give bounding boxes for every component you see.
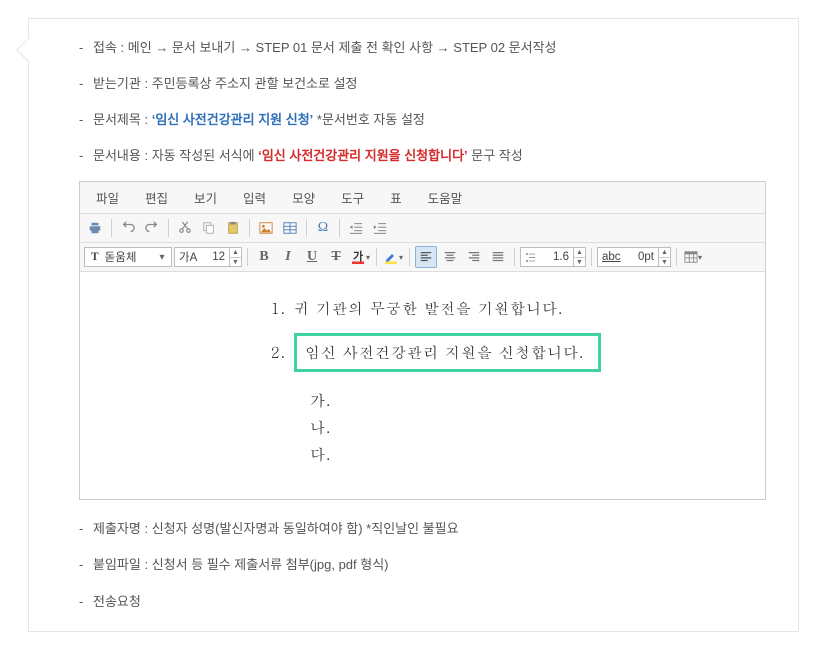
italic-button[interactable]: I bbox=[277, 246, 299, 268]
svg-text:가: 가 bbox=[353, 249, 363, 263]
value: 메인 → 문서 보내기 → STEP 01 문서 제출 전 확인 사항 → ST… bbox=[128, 40, 557, 55]
highlight-red: ‘임신 사전건강관리 지원을 신청합니다’ bbox=[258, 148, 467, 163]
doc-sub-2: 나. bbox=[310, 417, 725, 438]
menubar: 파일 편집 보기 입력 모양 도구 표 도움말 bbox=[80, 182, 765, 214]
print-icon[interactable] bbox=[84, 217, 106, 239]
copy-icon[interactable] bbox=[198, 217, 220, 239]
font-color-button[interactable]: 가 ▾ bbox=[349, 246, 371, 268]
menu-table[interactable]: 표 bbox=[390, 188, 402, 207]
chevron-down-icon: ▾ bbox=[157, 252, 167, 263]
bold-button[interactable]: B bbox=[253, 246, 275, 268]
menu-format[interactable]: 모양 bbox=[292, 188, 315, 207]
outdent-icon[interactable] bbox=[345, 217, 367, 239]
panel-pointer bbox=[16, 37, 41, 62]
list-number: 1. bbox=[256, 298, 286, 319]
separator bbox=[306, 219, 307, 237]
bullet-access: 접속 : 메인 → 문서 보내기 → STEP 01 문서 제출 전 확인 사항… bbox=[79, 37, 766, 59]
bullet-send: 전송요청 bbox=[79, 591, 766, 613]
align-justify-button[interactable] bbox=[487, 246, 509, 268]
separator bbox=[376, 248, 377, 266]
separator bbox=[111, 219, 112, 237]
note: *문서번호 자동 설정 bbox=[313, 112, 425, 127]
value: 주민등록상 주소지 관할 보건소로 설정 bbox=[152, 76, 358, 91]
bullet-submitter: 제출자명 : 신청자 성명(발신자명과 동일하여야 함) *직인날인 불필요 bbox=[79, 518, 766, 540]
line-height-spinner[interactable]: ▲▼ bbox=[574, 247, 586, 267]
align-left-button[interactable] bbox=[415, 246, 437, 268]
font-size-value: 12 bbox=[201, 251, 225, 263]
strike-button[interactable]: T bbox=[325, 246, 347, 268]
label: 문서내용 : bbox=[93, 148, 148, 163]
list-text: 귀 기관의 무궁한 발전을 기원합니다. bbox=[294, 298, 563, 319]
doc-sub-3: 다. bbox=[310, 444, 725, 465]
highlight-button[interactable]: ▾ bbox=[382, 246, 404, 268]
label: 받는기관 : bbox=[93, 76, 148, 91]
menu-help[interactable]: 도움말 bbox=[428, 188, 463, 207]
separator bbox=[514, 248, 515, 266]
font-size-prefix: 가A bbox=[179, 249, 197, 265]
char-spacing-prefix: abc bbox=[602, 251, 621, 263]
menu-edit[interactable]: 편집 bbox=[145, 188, 168, 207]
font-size-spinner[interactable]: ▲▼ bbox=[230, 247, 242, 267]
separator bbox=[168, 219, 169, 237]
label: 문서제목 : bbox=[93, 112, 148, 127]
indent-icon[interactable] bbox=[369, 217, 391, 239]
separator bbox=[247, 248, 248, 266]
document-canvas[interactable]: 1. 귀 기관의 무궁한 발전을 기원합니다. 2. 임신 사전건강관리 지원을… bbox=[80, 272, 765, 499]
separator bbox=[591, 248, 592, 266]
cut-icon[interactable] bbox=[174, 217, 196, 239]
font-size-combo[interactable]: 가A 12 bbox=[174, 247, 230, 267]
menu-view[interactable]: 보기 bbox=[194, 188, 217, 207]
char-spacing-value: 0pt bbox=[625, 251, 654, 263]
bullet-content: 문서내용 : 자동 작성된 서식에 ‘임신 사전건강관리 지원을 신청합니다’ … bbox=[79, 145, 766, 167]
label: 제출자명 : bbox=[93, 521, 148, 536]
char-spacing-combo[interactable]: abc 0pt bbox=[597, 247, 659, 267]
suffix: 문구 작성 bbox=[468, 148, 523, 163]
highlight-blue: ‘임신 사전건강관리 지원 신청’ bbox=[152, 112, 314, 127]
separator bbox=[249, 219, 250, 237]
label: 전송요청 bbox=[93, 594, 141, 609]
menu-insert[interactable]: 입력 bbox=[243, 188, 266, 207]
align-right-button[interactable] bbox=[463, 246, 485, 268]
bullet-receiver: 받는기관 : 주민등록상 주소지 관할 보건소로 설정 bbox=[79, 73, 766, 95]
redo-icon[interactable] bbox=[141, 217, 163, 239]
table-insert-icon[interactable] bbox=[279, 217, 301, 239]
image-icon[interactable] bbox=[255, 217, 277, 239]
prefix: 자동 작성된 서식에 bbox=[152, 148, 259, 163]
align-center-button[interactable] bbox=[439, 246, 461, 268]
rich-text-editor: 파일 편집 보기 입력 모양 도구 표 도움말 bbox=[79, 181, 766, 500]
font-family-value: 돋움체 bbox=[105, 249, 153, 265]
value: 신청서 등 필수 제출서류 첨부(jpg, pdf 형식) bbox=[152, 557, 389, 572]
menu-tools[interactable]: 도구 bbox=[341, 188, 364, 207]
toolbar-row-2: T 돋움체 ▾ 가A 12 ▲▼ B I U T 가 ▾ bbox=[80, 243, 765, 272]
menu-file[interactable]: 파일 bbox=[96, 188, 119, 207]
doc-line-1: 1. 귀 기관의 무궁한 발전을 기원합니다. bbox=[120, 298, 725, 319]
table-button[interactable]: ▾ bbox=[682, 246, 704, 268]
separator bbox=[409, 248, 410, 266]
value: 신청자 성명(발신자명과 동일하여야 함) *직인날인 불필요 bbox=[152, 521, 459, 536]
paste-icon[interactable] bbox=[222, 217, 244, 239]
separator bbox=[676, 248, 677, 266]
line-height-combo[interactable]: 1.6 bbox=[520, 247, 574, 267]
undo-icon[interactable] bbox=[117, 217, 139, 239]
font-family-combo[interactable]: T 돋움체 ▾ bbox=[84, 247, 172, 267]
label: 접속 : bbox=[93, 40, 124, 55]
bullet-title: 문서제목 : ‘임신 사전건강관리 지원 신청’ *문서번호 자동 설정 bbox=[79, 109, 766, 131]
list-number: 2. bbox=[256, 342, 286, 363]
bullet-attachment: 붙임파일 : 신청서 등 필수 제출서류 첨부(jpg, pdf 형식) bbox=[79, 554, 766, 576]
line-height-value: 1.6 bbox=[540, 251, 569, 263]
symbol-icon[interactable]: Ω bbox=[312, 217, 334, 239]
toolbar-row-1: Ω bbox=[80, 214, 765, 243]
doc-line-2: 2. 임신 사전건강관리 지원을 신청합니다. bbox=[120, 333, 725, 372]
doc-sub-1: 가. bbox=[310, 390, 725, 411]
separator bbox=[339, 219, 340, 237]
label: 붙임파일 : bbox=[93, 557, 148, 572]
underline-button[interactable]: U bbox=[301, 246, 323, 268]
instruction-panel: 접속 : 메인 → 문서 보내기 → STEP 01 문서 제출 전 확인 사항… bbox=[28, 18, 799, 632]
highlight-box: 임신 사전건강관리 지원을 신청합니다. bbox=[294, 333, 601, 372]
list-text: 임신 사전건강관리 지원을 신청합니다. bbox=[305, 342, 584, 363]
char-spacing-spinner[interactable]: ▲▼ bbox=[659, 247, 671, 267]
